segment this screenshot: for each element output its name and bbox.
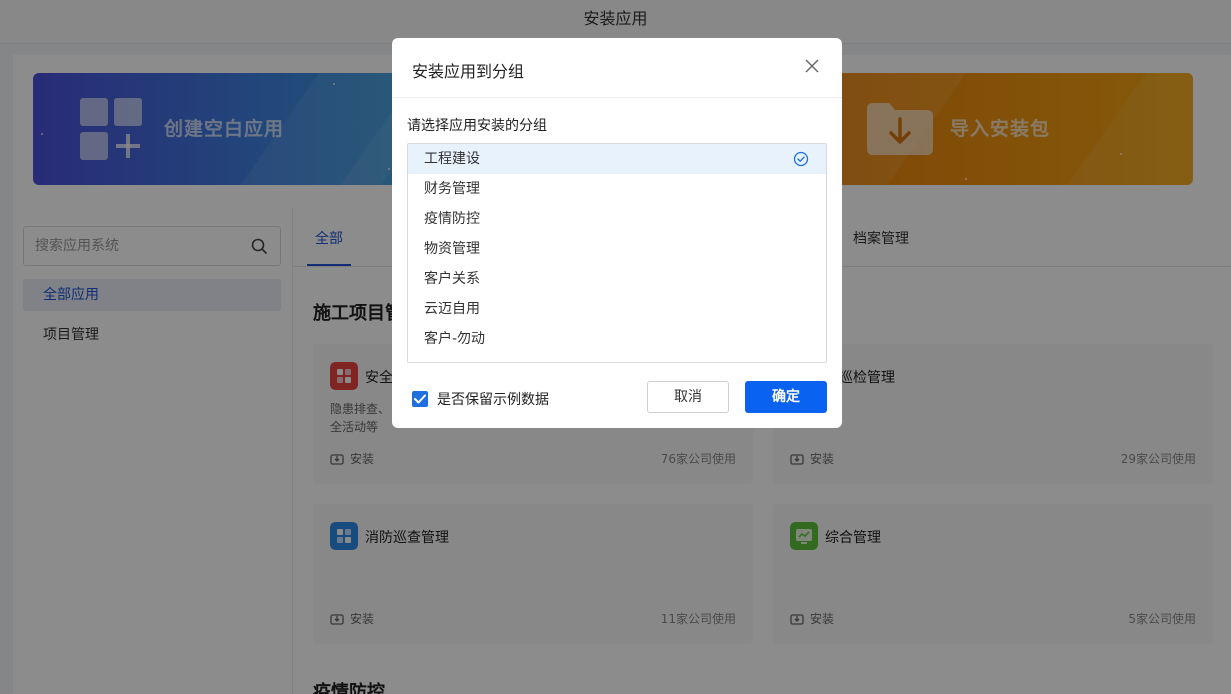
keep-sample-data-label: 是否保留示例数据 — [437, 392, 549, 408]
check-circle-icon — [793, 151, 809, 167]
group-item-label: 客户-勿动 — [424, 331, 486, 347]
group-item-label: 云迈自用 — [424, 301, 480, 317]
group-item-label: 财务管理 — [424, 181, 480, 197]
close-icon[interactable] — [805, 59, 819, 73]
group-item-finance[interactable]: 财务管理 — [408, 174, 826, 204]
group-item-customer-relations[interactable]: 客户关系 — [408, 264, 826, 294]
keep-sample-data-option[interactable]: 是否保留示例数据 — [412, 389, 549, 409]
group-item-label: 客户关系 — [424, 271, 480, 287]
group-item-epidemic[interactable]: 疫情防控 — [408, 204, 826, 234]
group-select-label: 请选择应用安装的分组 — [407, 118, 547, 134]
group-item-customer-do-not-touch[interactable]: 客户-勿动 — [408, 324, 826, 354]
group-item-engineering[interactable]: 工程建设 — [408, 144, 826, 174]
group-item-label: 工程建设 — [424, 151, 480, 167]
dialog-title: 安装应用到分组 — [412, 62, 525, 81]
group-item-materials[interactable]: 物资管理 — [408, 234, 826, 264]
group-item-internal[interactable]: 云迈自用 — [408, 294, 826, 324]
group-list: 工程建设 财务管理 疫情防控 物资管理 客户关系 云迈自用 客户-勿动 — [407, 143, 827, 363]
confirm-button[interactable]: 确定 — [745, 381, 827, 413]
install-to-group-dialog: 安装应用到分组 请选择应用安装的分组 工程建设 财务管理 疫情防控 物资管理 客… — [392, 38, 842, 428]
keep-sample-data-checkbox[interactable] — [412, 391, 428, 407]
dialog-header: 安装应用到分组 — [392, 38, 842, 98]
group-item-label: 疫情防控 — [424, 211, 480, 227]
cancel-button[interactable]: 取消 — [647, 381, 729, 413]
group-item-label: 物资管理 — [424, 241, 480, 257]
checkmark-icon — [414, 394, 426, 404]
